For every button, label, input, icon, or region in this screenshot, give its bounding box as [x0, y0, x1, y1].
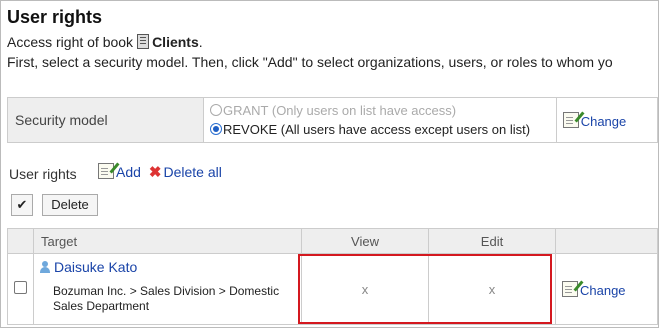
book-name: Clients [152, 34, 199, 50]
edit-icon [562, 280, 578, 297]
target-cell: Daisuke Kato Bozuman Inc. > Sales Divisi… [33, 253, 302, 325]
revoke-option[interactable]: REVOKE (All users have access except use… [209, 120, 556, 139]
access-suffix: . [198, 34, 203, 50]
highlight-box [298, 254, 552, 324]
row-checkbox-cell [7, 253, 34, 325]
delete-button[interactable]: Delete [42, 194, 98, 216]
window-frame: User rights Access right of book Clients.… [0, 0, 659, 328]
security-model-change-cell: Change [555, 97, 658, 143]
row-change-cell: Change [555, 253, 658, 325]
table-header-row: Target View Edit [7, 228, 658, 254]
user-rights-title: User rights [9, 166, 77, 182]
change-label: Change [580, 113, 627, 129]
user-rights-actions: Add ✖ Delete all [98, 163, 222, 181]
security-model-table: Security model GRANT (Only users on list… [7, 97, 658, 143]
access-right-line: Access right of book Clients. [7, 34, 203, 50]
grant-option-label: GRANT (Only users on list have access) [222, 103, 457, 118]
book-icon [137, 34, 150, 49]
header-view: View [301, 228, 429, 254]
revoke-radio[interactable] [209, 123, 222, 135]
row-checkbox[interactable] [14, 281, 27, 294]
add-label: Add [116, 164, 141, 180]
grant-option[interactable]: GRANT (Only users on list have access) [209, 101, 556, 120]
add-link[interactable]: Add [98, 163, 141, 180]
delete-all-icon: ✖ [148, 164, 162, 181]
change-label: Change [580, 282, 626, 298]
page-title: User rights [7, 7, 103, 27]
user-name-link[interactable]: Daisuke Kato [54, 259, 137, 275]
org-path: Bozuman Inc. > Sales Division > Domestic… [53, 283, 280, 313]
add-icon [98, 163, 114, 179]
header-actions-col [555, 228, 658, 254]
grant-radio[interactable] [209, 104, 222, 116]
security-model-label: Security model [7, 97, 204, 143]
edit-icon [562, 111, 579, 128]
security-model-options: GRANT (Only users on list have access) R… [202, 97, 557, 143]
header-target-label: Target [41, 233, 78, 249]
delete-all-link[interactable]: Delete all [164, 164, 222, 180]
security-model-change-link[interactable]: Change [562, 111, 627, 129]
instructions: First, select a security model. Then, cl… [7, 54, 613, 70]
select-all-button[interactable]: ✔ [11, 194, 33, 216]
header-target: Target [33, 228, 302, 254]
revoke-option-label: REVOKE (All users have access except use… [222, 122, 531, 137]
access-prefix: Access right of book [7, 34, 134, 50]
header-edit: Edit [428, 228, 556, 254]
header-checkbox-col [7, 228, 34, 254]
row-change-link[interactable]: Change [562, 280, 626, 298]
user-icon [39, 260, 51, 273]
